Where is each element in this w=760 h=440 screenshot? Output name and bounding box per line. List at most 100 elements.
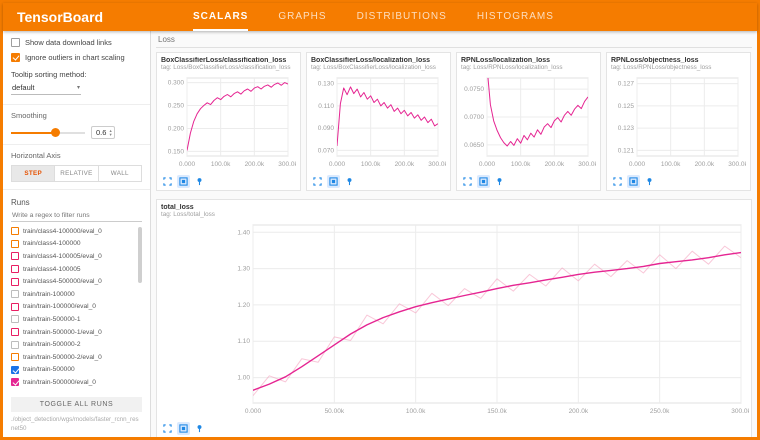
chart-toolbar [161, 175, 296, 188]
run-item[interactable]: train/train-100000/eval_0 [11, 301, 136, 314]
run-checkbox[interactable] [11, 315, 19, 323]
svg-text:0.000: 0.000 [479, 161, 496, 168]
fullscreen-icon[interactable] [461, 175, 474, 188]
run-label: train/class4-100005/eval_0 [23, 253, 102, 260]
run-item[interactable]: train/class4-500000/eval_0 [11, 275, 136, 288]
show-download-label: Show data download links [25, 38, 112, 47]
tab-distributions[interactable]: DISTRIBUTIONS [357, 3, 447, 31]
ignore-outliers-label: Ignore outliers in chart scaling [25, 53, 125, 62]
spinner[interactable]: ▴ ▾ [109, 129, 111, 137]
chart-tag: tag: Loss/BoxClassifierLoss/classificati… [161, 64, 296, 71]
fit-data-icon[interactable] [327, 175, 340, 188]
axis-wall-button[interactable]: WALL [99, 165, 142, 182]
fullscreen-icon[interactable] [611, 175, 624, 188]
category-header[interactable]: Loss [156, 34, 752, 48]
divider [3, 189, 150, 190]
toggle-all-runs-button[interactable]: TOGGLE ALL RUNS [11, 397, 142, 412]
horizontal-axis-label: Horizontal Axis [11, 151, 142, 160]
svg-text:50.00k: 50.00k [325, 408, 345, 415]
runs-scrollbar[interactable] [138, 227, 142, 283]
run-item[interactable]: train/class4-100005 [11, 263, 136, 276]
svg-text:0.121: 0.121 [618, 147, 635, 154]
show-download-checkbox[interactable] [11, 38, 20, 47]
fullscreen-icon[interactable] [311, 175, 324, 188]
spinner-down-icon[interactable]: ▾ [109, 133, 111, 137]
run-checkbox[interactable] [11, 366, 19, 374]
run-checkbox[interactable] [11, 252, 19, 260]
app-body: Show data download links Ignore outliers… [3, 31, 757, 437]
runs-list-container: train/class4-100000/eval_0train/class4-1… [11, 225, 142, 393]
smoothing-value-box[interactable]: 0.6 ▴ ▾ [91, 126, 115, 139]
run-item[interactable]: train/class4-100000 [11, 238, 136, 251]
runs-filter-input[interactable] [11, 210, 142, 222]
fit-data-icon[interactable] [177, 175, 190, 188]
run-checkbox[interactable] [11, 240, 19, 248]
run-checkbox[interactable] [11, 227, 19, 235]
run-checkbox[interactable] [11, 353, 19, 361]
pin-icon[interactable] [643, 175, 656, 188]
run-item[interactable]: train/train-500000/eval_0 [11, 376, 136, 389]
slider-thumb[interactable] [51, 128, 60, 137]
tooltip-sort-label: Tooltip sorting method: [11, 70, 86, 79]
run-item[interactable]: train/train-500000-2 [11, 338, 136, 351]
chart-plot[interactable]: 0.1500.2000.2500.3000.000100.0k200.0k300… [161, 73, 296, 174]
slider-fill [11, 132, 55, 134]
app-header: TensorBoard SCALARSGRAPHSDISTRIBUTIONSHI… [3, 3, 757, 31]
svg-text:1.20: 1.20 [237, 302, 250, 309]
chart-plot[interactable]: 0.1210.1230.1250.1270.000100.0k200.0k300… [611, 73, 746, 174]
run-label: train/train-500000-1 [23, 316, 81, 323]
svg-text:0.000: 0.000 [329, 161, 346, 168]
svg-text:0.123: 0.123 [618, 125, 635, 132]
run-checkbox[interactable] [11, 328, 19, 336]
fit-data-icon[interactable] [627, 175, 640, 188]
svg-text:1.10: 1.10 [237, 338, 250, 345]
svg-text:0.0750: 0.0750 [464, 86, 484, 93]
pin-icon[interactable] [493, 175, 506, 188]
fit-data-icon[interactable] [477, 175, 490, 188]
fullscreen-icon[interactable] [161, 422, 174, 435]
app-window: TensorBoard SCALARSGRAPHSDISTRIBUTIONSHI… [0, 0, 760, 440]
smoothing-slider[interactable] [11, 132, 85, 134]
run-item[interactable]: train/train-500000-2/eval_0 [11, 351, 136, 364]
svg-text:150.0k: 150.0k [487, 408, 507, 415]
runs-path: ./object_detection/wgs/models/faster_rcn… [11, 416, 142, 433]
axis-step-button[interactable]: STEP [11, 165, 55, 182]
svg-text:0.070: 0.070 [318, 147, 335, 154]
tooltip-sort-select[interactable]: default ▾ [11, 81, 81, 95]
chart-plot[interactable]: 0.0700.0900.1100.1300.000100.0k200.0k300… [311, 73, 446, 174]
tab-scalars[interactable]: SCALARS [193, 3, 248, 31]
runs-header: Runs [11, 198, 142, 207]
fullscreen-icon[interactable] [161, 175, 174, 188]
small-charts-row: BoxClassifierLoss/classification_losstag… [156, 52, 752, 191]
show-download-option[interactable]: Show data download links [11, 38, 142, 47]
run-item[interactable]: train/train-100000 [11, 288, 136, 301]
run-item[interactable]: train/class4-100005/eval_0 [11, 250, 136, 263]
run-item[interactable]: train/train-500000-1 [11, 313, 136, 326]
run-item[interactable]: train/train-500000 [11, 364, 136, 377]
ignore-outliers-checkbox[interactable] [11, 53, 20, 62]
run-checkbox[interactable] [11, 341, 19, 349]
run-item[interactable]: train/train-500000-1/eval_0 [11, 326, 136, 339]
chart-plot[interactable]: 0.06500.07000.07500.000100.0k200.0k300.0… [461, 73, 596, 174]
run-checkbox[interactable] [11, 278, 19, 286]
tab-graphs[interactable]: GRAPHS [278, 3, 326, 31]
run-label: train/train-500000/eval_0 [23, 379, 96, 386]
run-checkbox[interactable] [11, 378, 19, 386]
tab-histograms[interactable]: HISTOGRAMS [477, 3, 554, 31]
divider [3, 144, 150, 145]
svg-text:300.0k: 300.0k [578, 161, 596, 168]
axis-relative-button[interactable]: RELATIVE [55, 165, 98, 182]
fit-data-icon[interactable] [177, 422, 190, 435]
run-checkbox[interactable] [11, 265, 19, 273]
run-item[interactable]: train/class4-100000/eval_0 [11, 225, 136, 238]
chart-plot[interactable]: 1.001.101.201.301.400.00050.00k100.0k150… [161, 220, 747, 421]
pin-icon[interactable] [343, 175, 356, 188]
run-checkbox[interactable] [11, 290, 19, 298]
horizontal-axis-buttons: STEPRELATIVEWALL [11, 165, 142, 182]
pin-icon[interactable] [193, 175, 206, 188]
run-checkbox[interactable] [11, 303, 19, 311]
tooltip-sort-value: default [12, 83, 35, 92]
pin-icon[interactable] [193, 422, 206, 435]
ignore-outliers-option[interactable]: Ignore outliers in chart scaling [11, 53, 142, 62]
run-label: train/train-100000 [23, 291, 75, 298]
